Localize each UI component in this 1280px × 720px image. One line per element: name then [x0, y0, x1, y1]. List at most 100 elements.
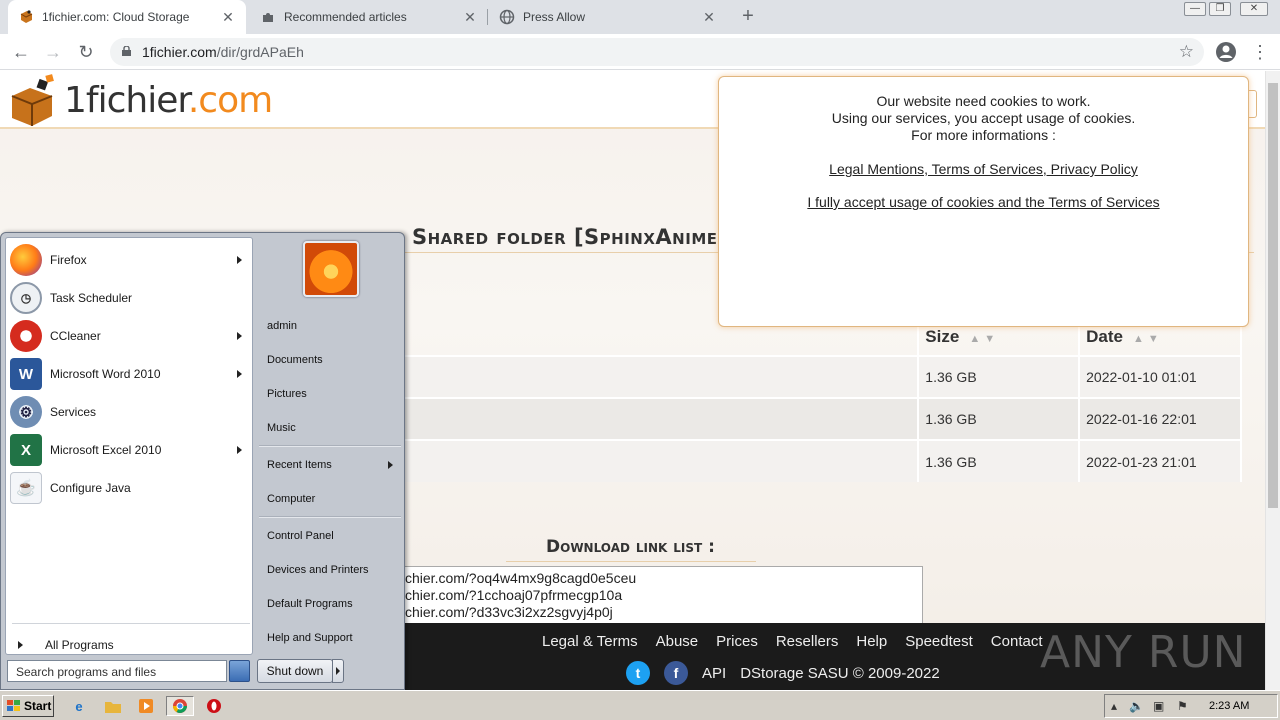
- java-icon: ☕: [10, 472, 42, 504]
- sort-arrows-icon[interactable]: ▲▼: [1133, 333, 1163, 345]
- start-link-label: Control Panel: [267, 530, 334, 542]
- start-link-help-support[interactable]: Help and Support: [267, 627, 401, 649]
- explorer-folder-icon[interactable]: [102, 696, 124, 716]
- facebook-icon[interactable]: f: [664, 661, 688, 685]
- url-path: /dir/grdAPaEh: [216, 44, 304, 60]
- download-link: chier.com/?d33vc3i2xz2sgvyj4p0j: [405, 604, 613, 620]
- new-tab-button[interactable]: +: [736, 5, 760, 29]
- folder-title: Shared folder [SphinxAnime] S: [412, 225, 752, 249]
- browser-toolbar: ← → ↻ 1fichier.com/dir/grdAPaEh ☆ ⋮: [0, 34, 1280, 70]
- clock[interactable]: 2:23 AM: [1209, 700, 1249, 712]
- globe-icon: [499, 9, 515, 25]
- logo-text: 1fichier.com: [64, 80, 273, 121]
- date-cell: 2022-01-10 01:01: [1079, 355, 1242, 398]
- tab-recommended[interactable]: Recommended articles ✕: [250, 0, 488, 34]
- start-item-word[interactable]: W Microsoft Word 2010: [10, 356, 250, 392]
- start-item-services[interactable]: ⚙ Services: [10, 394, 250, 430]
- date-cell: 2022-01-23 21:01: [1079, 439, 1242, 482]
- start-item-label: Services: [50, 405, 97, 419]
- footer-link-legal[interactable]: Legal & Terms: [542, 633, 638, 650]
- download-links-textarea[interactable]: chier.com/?oq4w4mx9g8cagd0e5ceu chier.co…: [404, 566, 923, 626]
- sort-arrows-icon[interactable]: ▲▼: [969, 333, 999, 345]
- network-icon[interactable]: ▣: [1153, 699, 1164, 713]
- start-link-user[interactable]: admin: [267, 315, 401, 337]
- action-center-flag-icon[interactable]: ⚑: [1177, 699, 1188, 713]
- download-link: chier.com/?oq4w4mx9g8cagd0e5ceu: [405, 570, 637, 586]
- cookie-line: Our website need cookies to work.: [876, 93, 1091, 109]
- cookie-legal-link[interactable]: Legal Mentions, Terms of Services, Priva…: [829, 161, 1138, 177]
- tab-1fichier[interactable]: 1fichier.com: Cloud Storage ✕: [8, 0, 246, 34]
- media-player-icon[interactable]: [135, 696, 157, 716]
- tab-separator: [487, 9, 488, 25]
- tab-close-icon[interactable]: ✕: [462, 9, 478, 26]
- footer-link-speedtest[interactable]: Speedtest: [905, 633, 973, 650]
- start-link-recent-items[interactable]: Recent Items: [267, 454, 401, 476]
- bookmark-star-icon[interactable]: ☆: [1179, 42, 1194, 62]
- footer-link-help[interactable]: Help: [856, 633, 887, 650]
- opera-icon[interactable]: [203, 696, 225, 716]
- site-logo[interactable]: 1fichier.com: [6, 74, 273, 130]
- all-programs-label: All Programs: [45, 638, 114, 652]
- tab-close-icon[interactable]: ✕: [701, 9, 717, 26]
- shutdown-options-button[interactable]: [332, 659, 344, 683]
- shutdown-button[interactable]: Shut down: [257, 659, 333, 683]
- start-link-devices-printers[interactable]: Devices and Printers: [267, 559, 401, 581]
- user-avatar[interactable]: [303, 241, 359, 297]
- start-search-input[interactable]: Search programs and files: [7, 660, 227, 682]
- all-programs-arrow-icon: [18, 641, 23, 649]
- chrome-icon[interactable]: [166, 696, 194, 716]
- browser-menu-icon[interactable]: ⋮: [1248, 40, 1272, 64]
- cookie-line: Using our services, you accept usage of …: [831, 110, 1136, 126]
- footer-link-api[interactable]: API: [702, 665, 726, 682]
- start-item-java[interactable]: ☕ Configure Java: [10, 470, 250, 506]
- ie-icon[interactable]: e: [68, 696, 90, 716]
- minimize-button[interactable]: —: [1184, 2, 1206, 16]
- footer-link-abuse[interactable]: Abuse: [656, 633, 699, 650]
- cookie-accept-link[interactable]: I fully accept usage of cookies and the …: [807, 194, 1159, 210]
- twitter-icon[interactable]: t: [626, 661, 650, 685]
- address-bar[interactable]: 1fichier.com/dir/grdAPaEh ☆: [110, 38, 1204, 66]
- divider: [259, 445, 401, 447]
- start-link-computer[interactable]: Computer: [267, 488, 401, 510]
- start-item-task-scheduler[interactable]: ◷ Task Scheduler: [10, 280, 250, 316]
- page-scrollbar[interactable]: [1265, 71, 1280, 690]
- logo-tld: .com: [187, 80, 273, 121]
- scrollbar-thumb[interactable]: [1268, 83, 1278, 508]
- reload-button[interactable]: ↻: [74, 40, 98, 64]
- start-item-label: Microsoft Word 2010: [50, 367, 161, 381]
- start-item-ccleaner[interactable]: CCleaner: [10, 318, 250, 354]
- start-item-firefox[interactable]: Firefox: [10, 242, 250, 278]
- footer-row: t f API DStorage SASU © 2009-2022: [626, 661, 940, 685]
- tab-close-icon[interactable]: ✕: [220, 9, 236, 26]
- search-icon[interactable]: [229, 660, 250, 682]
- start-link-control-panel[interactable]: Control Panel: [267, 525, 401, 547]
- tab-press-allow[interactable]: Press Allow ✕: [489, 0, 727, 34]
- tray-expand-icon[interactable]: ▴: [1111, 699, 1117, 713]
- start-link-label: Devices and Printers: [267, 564, 369, 576]
- back-button[interactable]: ←: [9, 40, 33, 64]
- forward-button[interactable]: →: [41, 40, 65, 64]
- all-programs-button[interactable]: All Programs: [14, 636, 250, 654]
- footer-link-prices[interactable]: Prices: [716, 633, 758, 650]
- start-item-label: Microsoft Excel 2010: [50, 443, 162, 457]
- start-link-default-programs[interactable]: Default Programs: [267, 593, 401, 615]
- start-button[interactable]: Start: [2, 695, 54, 717]
- footer-link-resellers[interactable]: Resellers: [776, 633, 839, 650]
- close-window-button[interactable]: ✕: [1240, 2, 1268, 16]
- restore-button[interactable]: ❐: [1209, 2, 1231, 16]
- download-link: chier.com/?1cchoaj07pfrmecgp10a: [405, 587, 623, 603]
- footer-link-contact[interactable]: Contact: [991, 633, 1043, 650]
- start-item-excel[interactable]: X Microsoft Excel 2010: [10, 432, 250, 468]
- file-name-cell[interactable]: [404, 397, 920, 440]
- start-link-documents[interactable]: Documents: [267, 349, 401, 371]
- cookie-message: Our website need cookies to work. Using …: [719, 93, 1248, 144]
- start-link-music[interactable]: Music: [267, 417, 401, 439]
- start-link-pictures[interactable]: Pictures: [267, 383, 401, 405]
- profile-icon[interactable]: [1214, 40, 1238, 64]
- volume-icon[interactable]: 🔈: [1129, 699, 1144, 713]
- file-name-cell[interactable]: [404, 439, 920, 482]
- header-label: Date: [1086, 326, 1123, 346]
- tab-title: Recommended articles: [284, 10, 407, 24]
- start-menu-places-pane: admin Documents Pictures Music Recent It…: [255, 233, 405, 691]
- file-name-cell[interactable]: [404, 355, 920, 398]
